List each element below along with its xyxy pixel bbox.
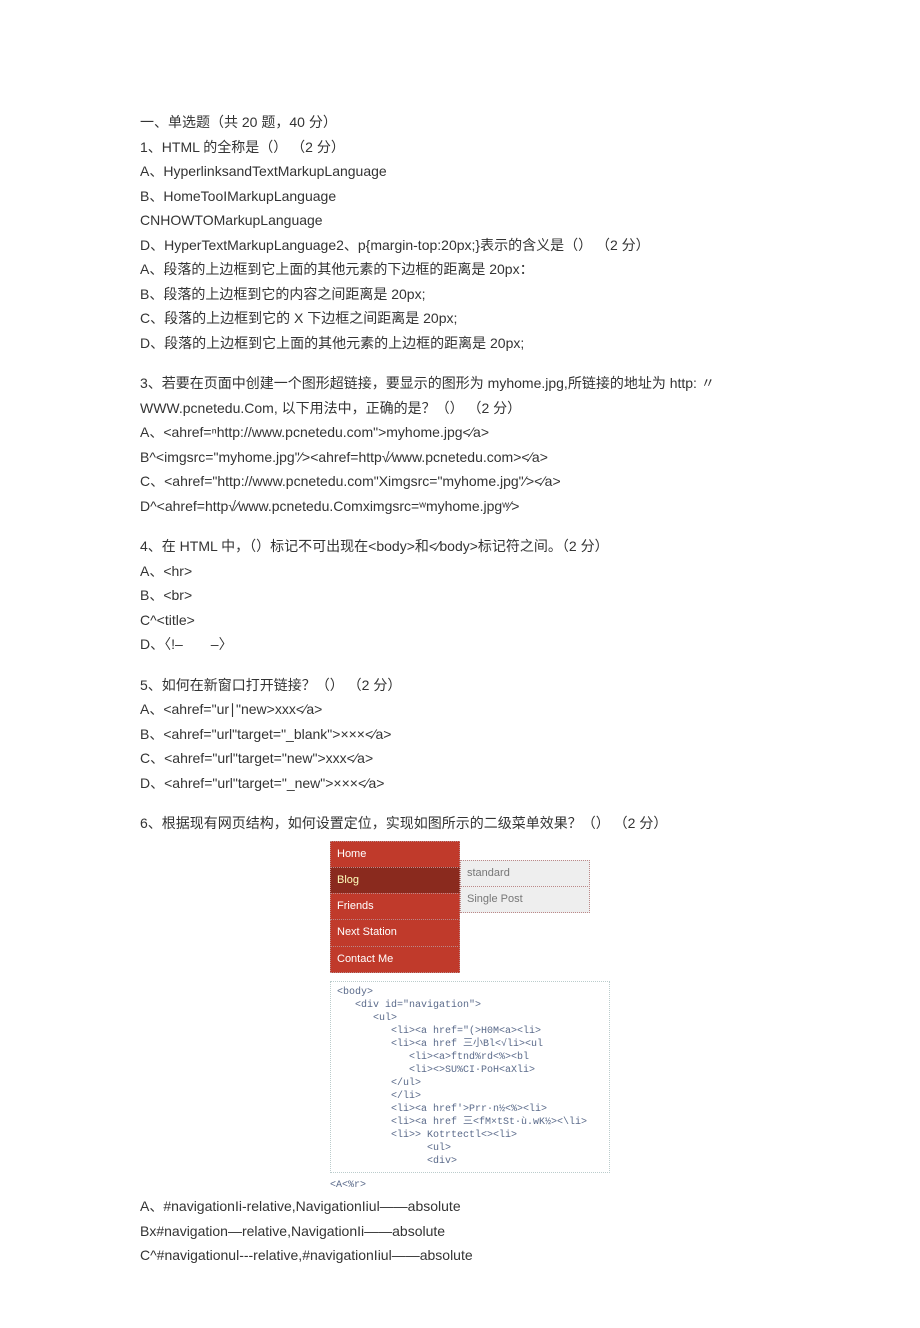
code-line: <ul> [337,1142,603,1155]
q3-stem-1: 3、若要在页面中创建一个图形超链接，要显示的图形为 myhome.jpg,所链接… [140,371,780,396]
code-line: <li><a href 三小Bl<√li><ul [337,1038,603,1051]
code-line: <li><>SU%CI·PoH<aXli> [337,1064,603,1077]
q3-opt-d: D^<ahref=http√∕www.pcnetedu.Comximgsrc=ʷ… [140,494,780,519]
q3-opt-c: C、<ahref="http://www.pcnetedu.com"Ximgsr… [140,469,780,494]
q1-opt-a: A、HyperlinksandTextMarkupLanguage [140,159,780,184]
q5-opt-a: A、<ahref="ur∣"new>xxx<∕a> [140,697,780,722]
q4-opt-b: B、<br> [140,583,780,608]
menu-item-contact-me: Contact Me [330,946,460,973]
q5-opt-b: B、<ahref="url"target="_blank">×××<∕a> [140,722,780,747]
menu-item-friends: Friends [330,893,460,920]
code-line: <li><a href="(>H0M<a><li> [337,1025,603,1038]
submenu-item-standard: standard [460,860,590,887]
code-line: <li><a href'>Prr∙n½<%><li> [337,1103,603,1116]
code-line: <li><a href 三<fM×tSt·ù.wK½><\li> [337,1116,603,1129]
q2-opt-b: B、段落的上边框到它的内容之间距离是 20px; [140,282,780,307]
code-line-out: <A<%r> [330,1177,780,1195]
q6-stem: 6、根据现有网页结构，如何设置定位，实现如图所示的二级菜单效果？（） （2 分） [140,811,780,836]
q4-opt-c: C^<title> [140,608,780,633]
q1-stem: 1、HTML 的全称是（） （2 分） [140,135,780,160]
q4-opt-d: D、〈!– –〉 [140,632,780,657]
q6-opt-c: C^#navigationul---relative,#navigationIi… [140,1243,780,1268]
q6-figure-code: <body> <div id="navigation"> <ul> <li><a… [330,981,610,1173]
q2-opt-a: A、段落的上边框到它上面的其他元素的下边框的距离是 20px： [140,257,780,282]
q1-opt-d: D、HyperTextMarkupLanguage2、p{margin-top:… [140,233,780,258]
code-line: <div> [337,1155,603,1168]
q5-opt-c: C、<ahref="url"target="new">xxx<∕a> [140,746,780,771]
code-line: <div id="navigation"> [337,999,603,1012]
code-line: <ul> [337,1012,603,1025]
q5-opt-d: D、<ahref="url"target="_new">×××<∕a> [140,771,780,796]
q6-opt-a: A、#navigationIi-relative,NavigationIiul—… [140,1194,780,1219]
code-line: <li><a>ftnd%rd<%><bl [337,1051,603,1064]
menu-item-blog: Blog [330,867,460,894]
q4-stem: 4、在 HTML 中，（）标记不可出现在<body>和<∕body>标记符之间。… [140,534,780,559]
q5-stem: 5、如何在新窗口打开链接？（） （2 分） [140,673,780,698]
q1-opt-c: CNHOWTOMarkupLanguage [140,208,780,233]
q2-opt-c: C、段落的上边框到它的 X 下边框之间距离是 20px; [140,306,780,331]
q3-opt-a: A、<ahref=ⁿhttp://www.pcnetedu.com">myhom… [140,420,780,445]
q6-figure-menu: Home Blog Friends Next Station Contact M… [330,842,780,973]
q6-opt-b: Bx#navigation—relative,NavigationIi——abs… [140,1219,780,1244]
menu-item-home: Home [330,841,460,868]
q2-opt-d: D、段落的上边框到它上面的其他元素的上边框的距离是 20px; [140,331,780,356]
code-line: </ul> [337,1077,603,1090]
section-title: 一、单选题（共 20 题，40 分） [140,110,780,135]
q3-opt-b: B^<imgsrc="myhome.jpg"∕><ahref=http√∕www… [140,445,780,470]
q3-stem-2: WWW.pcnetedu.Com, 以下用法中，正确的是？（） （2 分） [140,396,780,421]
q4-opt-a: A、<hr> [140,559,780,584]
code-line: <body> [337,987,373,998]
code-line: <li>> Kotrtectl<><li> [337,1129,603,1142]
code-line: </li> [337,1090,603,1103]
menu-item-next-station: Next Station [330,919,460,946]
q1-opt-b: B、HomeTooIMarkupLanguage [140,184,780,209]
submenu-item-single-post: Single Post [460,886,590,913]
